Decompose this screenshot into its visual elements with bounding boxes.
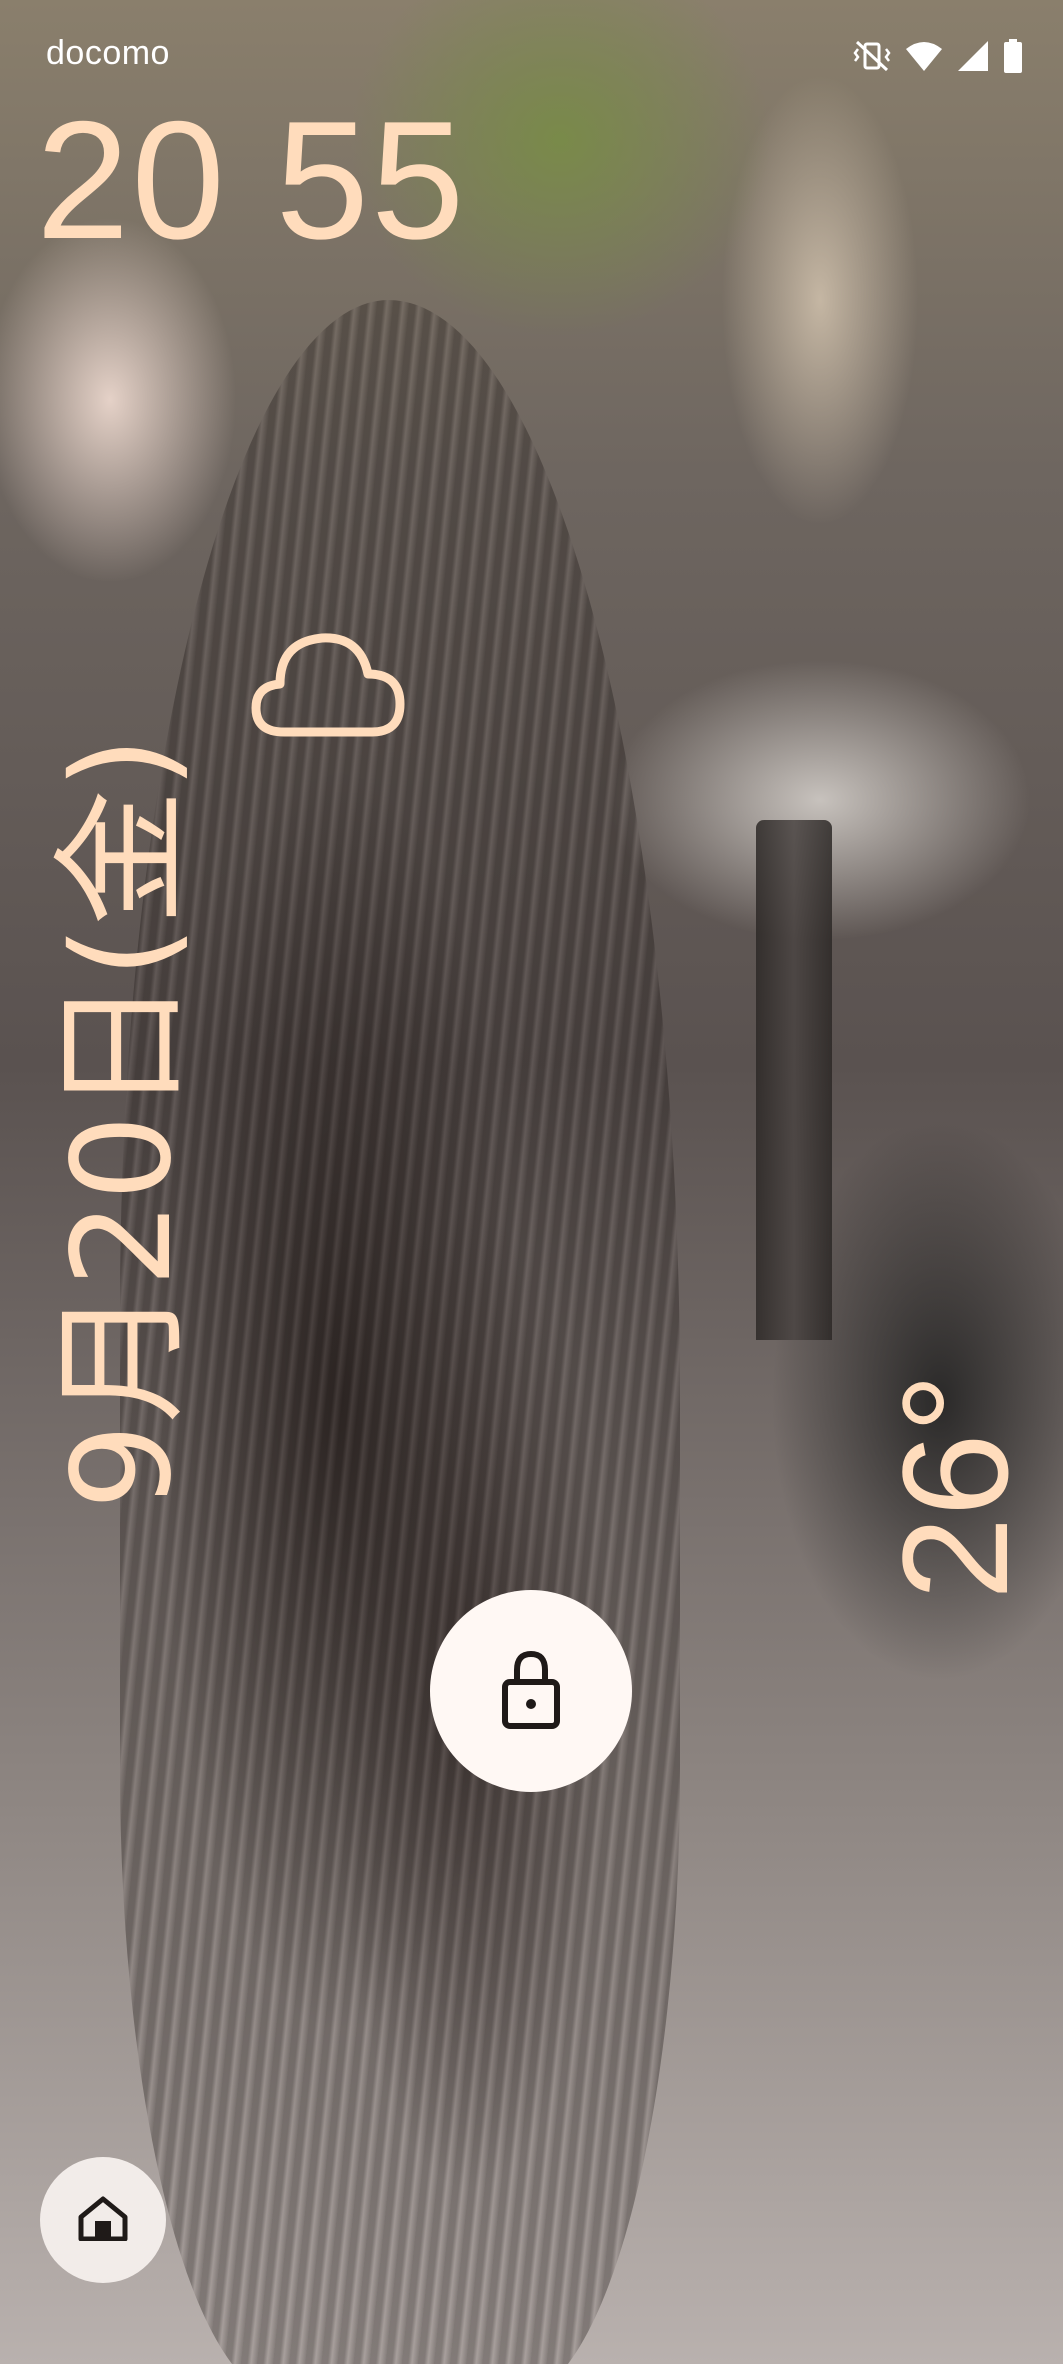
lock-icon <box>501 1648 561 1734</box>
battery-icon <box>1003 39 1023 73</box>
clock-time: 20 55 <box>36 86 467 274</box>
date-label: 9月20日(金) <box>44 736 202 1510</box>
vibrate-off-icon <box>853 39 891 73</box>
home-icon <box>77 2195 129 2245</box>
date-container: 9月20日(金) <box>42 610 204 1510</box>
temperature-container: 26° <box>871 1340 1039 1600</box>
home-shortcut-button[interactable] <box>40 2157 166 2283</box>
wallpaper-hair <box>120 300 680 2364</box>
temperature-label: 26° <box>871 1373 1039 1600</box>
wallpaper-bollard <box>756 820 832 1340</box>
wifi-icon <box>905 41 943 71</box>
unlock-button[interactable] <box>430 1590 632 1792</box>
cellular-signal-icon <box>957 40 989 72</box>
cloud-icon <box>250 628 406 740</box>
carrier-name: docomo <box>46 34 170 72</box>
lock-screen: docomo 20 55 9月20日(金) 26° <box>0 0 1063 2364</box>
status-icons <box>853 36 1023 76</box>
